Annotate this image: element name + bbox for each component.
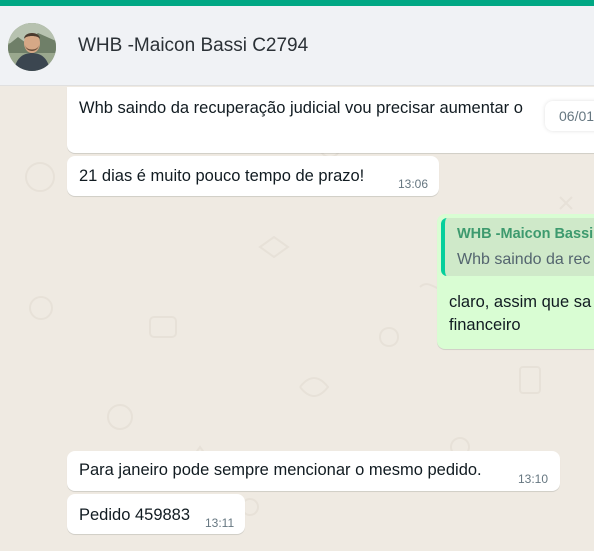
message-time: 13:11 xyxy=(205,516,235,530)
message-text-line: claro, assim que sa xyxy=(449,293,592,311)
chat-header[interactable]: WHB -Maicon Bassi C2794 xyxy=(0,6,594,86)
message-bubble-outgoing[interactable]: WHB -Maicon Bassi Whb saindo da rec clar… xyxy=(437,214,594,349)
message-bubble-incoming[interactable]: Para janeiro pode sempre mencionar o mes… xyxy=(67,451,560,491)
contact-name[interactable]: WHB -Maicon Bassi C2794 xyxy=(78,35,308,57)
message-bubble-incoming[interactable]: Whb saindo da recuperação judicial vou p… xyxy=(67,87,594,153)
message-text: Whb saindo da recuperação judicial vou p… xyxy=(79,99,523,117)
message-time: 13:10 xyxy=(518,472,549,486)
message-text-line: financeiro xyxy=(449,316,521,334)
message-date-chip: 06/01 xyxy=(545,101,594,131)
message-date: 06/01 xyxy=(559,108,594,124)
message-bubble-incoming[interactable]: 21 dias é muito pouco tempo de prazo! 13… xyxy=(67,156,439,196)
message-bubble-incoming[interactable]: Pedido 459883 13:11 xyxy=(67,494,245,534)
message-text: Pedido 459883 xyxy=(79,506,191,524)
quoted-message[interactable]: WHB -Maicon Bassi Whb saindo da rec xyxy=(441,218,594,276)
quoted-message-author: WHB -Maicon Bassi xyxy=(457,226,594,242)
quoted-message-text: Whb saindo da rec xyxy=(457,251,591,268)
chat-message-area[interactable]: Whb saindo da recuperação judicial vou p… xyxy=(0,87,594,551)
message-time: 13:06 xyxy=(398,177,429,191)
message-text: 21 dias é muito pouco tempo de prazo! xyxy=(79,167,365,185)
contact-avatar[interactable] xyxy=(8,23,56,71)
avatar-photo-icon xyxy=(8,23,56,71)
message-text: Para janeiro pode sempre mencionar o mes… xyxy=(79,461,482,479)
